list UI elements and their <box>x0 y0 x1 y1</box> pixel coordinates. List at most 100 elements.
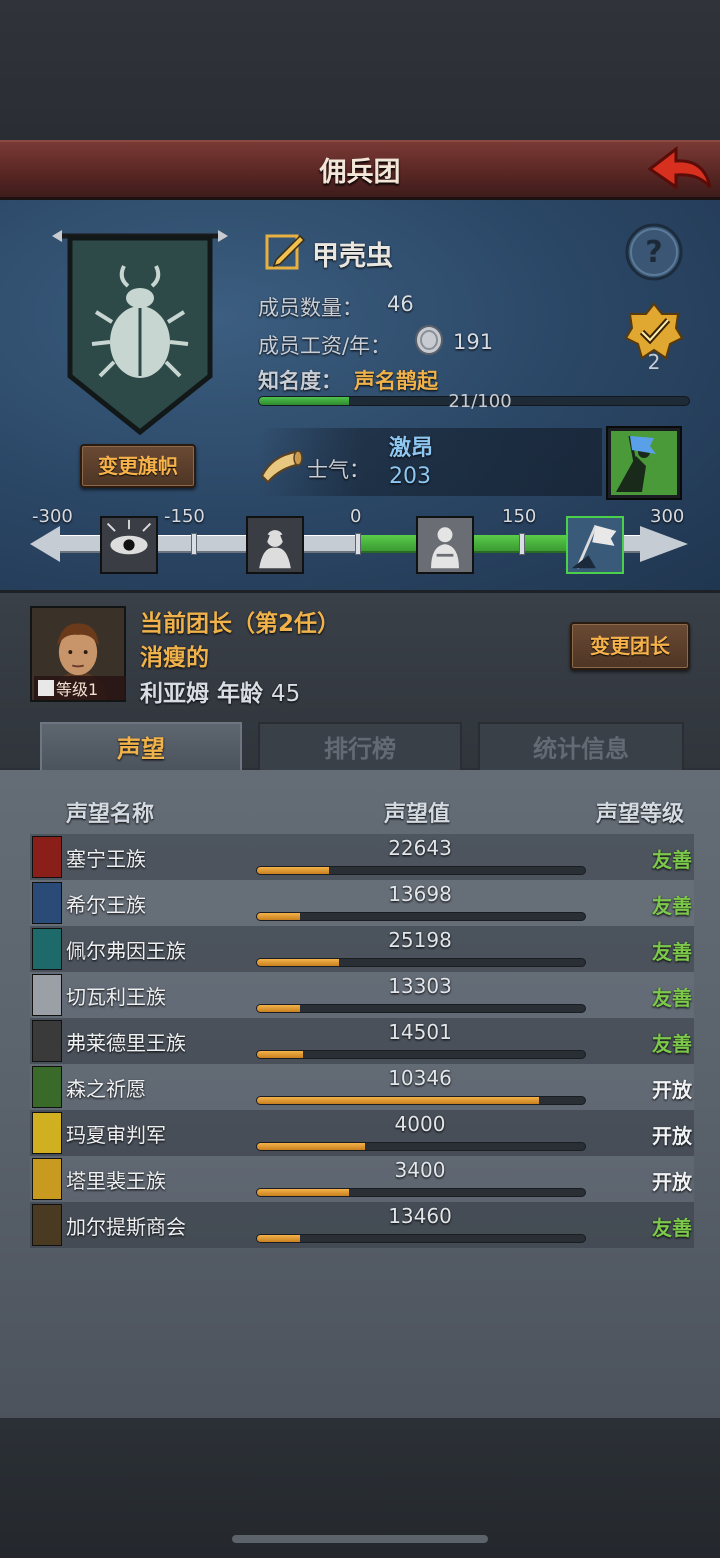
table-row[interactable]: 加尔提斯商会 13460 友善 <box>30 1202 694 1248</box>
home-indicator[interactable] <box>232 1535 488 1543</box>
table-row[interactable]: 塞宁王族 22643 友善 <box>30 834 694 880</box>
despair-icon <box>246 516 304 574</box>
reputation-progress-fill <box>257 959 339 966</box>
scale-tick-max: 300 <box>650 506 685 527</box>
faction-name: 玛夏审判军 <box>66 1123 166 1147</box>
reputation-value: 13698 <box>388 882 452 906</box>
table-row[interactable]: 玛夏审判军 4000 开放 <box>30 1110 694 1156</box>
reputation-level: 友善 <box>652 848 692 872</box>
flag-bearer-icon[interactable] <box>606 426 682 500</box>
rally-banner-icon <box>566 516 624 574</box>
svg-text:?: ? <box>645 235 662 270</box>
table-row[interactable]: 希尔王族 13698 友善 <box>30 880 694 926</box>
reputation-progress-fill <box>257 1189 349 1196</box>
reputation-value: 13303 <box>388 974 452 998</box>
morale-label: 士气： <box>307 458 370 482</box>
calm-icon <box>416 516 474 574</box>
scale-tick-neg: -150 <box>164 506 205 527</box>
scale-tick-zero: 0 <box>350 506 362 527</box>
scale-mark <box>355 533 361 555</box>
change-leader-button[interactable]: 变更团长 <box>570 622 690 670</box>
faction-crest-icon <box>32 928 62 970</box>
reputation-progress-bar <box>256 1096 586 1105</box>
leader-level: 等级1 <box>56 680 99 699</box>
reputation-progress-fill <box>257 1097 540 1104</box>
reputation-value: 13460 <box>388 1204 452 1228</box>
leader-name-line: 利亚姆 年龄 45 <box>140 674 300 708</box>
morale-value: 203 <box>389 464 431 489</box>
fame-progress-text: 21/100 <box>448 391 512 412</box>
wage-value: 191 <box>453 330 494 354</box>
members-value: 46 <box>387 292 414 316</box>
reputation-value: 25198 <box>388 928 452 952</box>
eye-terror-icon <box>100 516 158 574</box>
reputation-progress-fill <box>257 867 330 874</box>
morale-status: 激昂 <box>389 436 434 461</box>
reputation-value: 14501 <box>388 1020 452 1044</box>
reputation-level: 开放 <box>652 1124 692 1148</box>
faction-crest-icon <box>32 836 62 878</box>
reputation-progress-fill <box>257 1143 366 1150</box>
faction-crest-icon <box>32 1158 62 1200</box>
reputation-progress-bar <box>256 1050 586 1059</box>
guild-name: 甲壳虫 <box>312 241 393 272</box>
reputation-level: 开放 <box>652 1170 692 1194</box>
fame-progress-fill <box>259 397 350 405</box>
tab-statistics[interactable]: 统计信息 <box>478 722 684 772</box>
scale-mark <box>519 533 525 555</box>
reputation-level: 开放 <box>652 1078 692 1102</box>
reputation-level: 友善 <box>652 986 692 1010</box>
level-house-icon <box>38 680 54 696</box>
members-label: 成员数量： <box>258 296 363 320</box>
faction-crest-icon <box>32 882 62 924</box>
reputation-level: 友善 <box>652 1032 692 1056</box>
help-icon[interactable]: ? <box>624 222 684 282</box>
fame-label: 知名度： <box>258 369 342 393</box>
faction-crest-icon <box>32 974 62 1016</box>
reputation-progress-bar <box>256 958 586 967</box>
change-flag-button[interactable]: 变更旗帜 <box>80 444 196 488</box>
column-header-name: 声望名称 <box>66 802 155 827</box>
faction-name: 佩尔弗因王族 <box>66 939 186 963</box>
scale-mark <box>191 533 197 555</box>
reputation-value: 4000 <box>394 1112 446 1136</box>
faction-name: 塔里裴王族 <box>66 1169 166 1193</box>
faction-crest-icon <box>32 1112 62 1154</box>
tab-reputation[interactable]: 声望 <box>40 722 242 772</box>
edit-icon[interactable] <box>264 232 306 272</box>
reputation-progress-bar <box>256 1142 586 1151</box>
table-row[interactable]: 弗莱德里王族 14501 友善 <box>30 1018 694 1064</box>
level-tag: 等级1 <box>34 676 126 700</box>
table-row[interactable]: 佩尔弗因王族 25198 友善 <box>30 926 694 972</box>
scale-tick-min: -300 <box>32 506 73 527</box>
reputation-progress-fill <box>257 1005 300 1012</box>
reputation-progress-fill <box>257 1235 300 1242</box>
leader-name: 利亚姆 年龄 <box>140 681 264 707</box>
reputation-level: 友善 <box>652 940 692 964</box>
back-arrow-icon[interactable] <box>646 143 714 195</box>
reputation-progress-bar <box>256 1234 586 1243</box>
leader-title: 当前团长（第2任） <box>140 611 341 637</box>
reputation-level: 友善 <box>652 1216 692 1240</box>
table-row[interactable]: 切瓦利王族 13303 友善 <box>30 972 694 1018</box>
faction-name: 切瓦利王族 <box>66 985 166 1009</box>
faction-crest-icon <box>32 1204 62 1246</box>
reputation-value: 10346 <box>388 1066 452 1090</box>
tab-ranking[interactable]: 排行榜 <box>258 722 462 772</box>
silver-coin-icon <box>415 325 443 355</box>
faction-name: 塞宁王族 <box>66 847 146 871</box>
column-header-level: 声望等级 <box>596 802 685 827</box>
reputation-level: 友善 <box>652 894 692 918</box>
reputation-progress-bar <box>256 866 586 875</box>
reputation-value: 3400 <box>394 1158 446 1182</box>
faction-name: 弗莱德里王族 <box>66 1031 186 1055</box>
table-row[interactable]: 塔里裴王族 3400 开放 <box>30 1156 694 1202</box>
scale-right-arrow-icon <box>640 526 688 562</box>
leader-trait: 消瘦的 <box>140 645 209 671</box>
table-row[interactable]: 森之祈愿 10346 开放 <box>30 1064 694 1110</box>
faction-name: 加尔提斯商会 <box>66 1215 186 1239</box>
badge-count: 2 <box>647 350 661 374</box>
top-background <box>0 0 720 140</box>
reputation-progress-fill <box>257 1051 303 1058</box>
faction-name: 希尔王族 <box>66 893 146 917</box>
